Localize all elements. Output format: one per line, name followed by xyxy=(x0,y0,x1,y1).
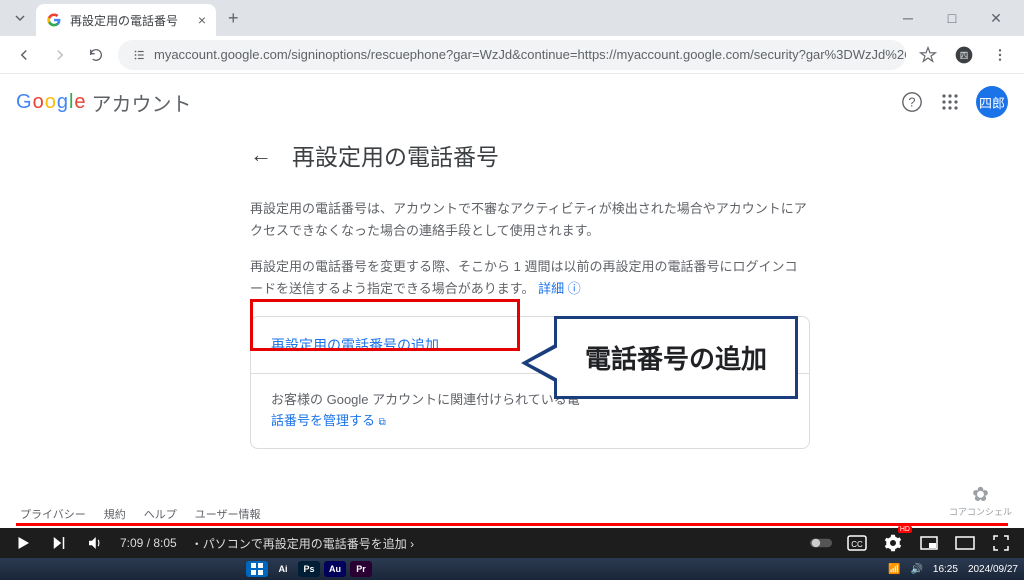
google-account-header: Google アカウント ? 四郎 xyxy=(0,74,1024,130)
url-text: myaccount.google.com/signinoptions/rescu… xyxy=(154,47,906,62)
tray-volume-icon[interactable]: 🔊 xyxy=(910,564,922,575)
help-icon[interactable]: ? xyxy=(900,90,924,114)
tab-list-dropdown[interactable] xyxy=(8,6,32,30)
video-chapter[interactable]: ・パソコンで再設定用の電話番号を追加 › xyxy=(191,535,414,552)
new-tab-button[interactable]: + xyxy=(220,4,247,33)
description-1: 再設定用の電話番号は、アカウントで不審なアクティビティが検出された場合やアカウン… xyxy=(250,198,810,242)
captions-button[interactable]: CC xyxy=(846,532,868,554)
windows-taskbar: Ai Ps Au Pr 📶 🔊 16:25 2024/09/27 xyxy=(0,558,1024,580)
account-avatar[interactable]: 四郎 xyxy=(976,86,1008,118)
page-title: 再設定用の電話番号 xyxy=(292,138,499,172)
fullscreen-button[interactable] xyxy=(990,532,1012,554)
tab-title: 再設定用の電話番号 xyxy=(70,12,178,29)
volume-button[interactable] xyxy=(84,532,106,554)
video-time: 7:09 / 8:05 xyxy=(120,536,177,550)
svg-text:CC: CC xyxy=(851,540,863,549)
miniplayer-button[interactable] xyxy=(918,532,940,554)
minimize-button[interactable]: ─ xyxy=(888,4,928,32)
svg-text:四: 四 xyxy=(960,50,968,60)
taskbar-app-au[interactable]: Au xyxy=(324,561,346,577)
url-field[interactable]: myaccount.google.com/signinoptions/rescu… xyxy=(118,40,906,70)
details-link[interactable]: 詳細 ⓘ xyxy=(538,281,581,296)
footer-privacy[interactable]: プライバシー xyxy=(20,506,86,522)
tab-bar: 再設定用の電話番号 × + ─ □ ✕ xyxy=(0,0,1024,36)
tab-close-icon[interactable]: × xyxy=(198,12,206,28)
next-button[interactable] xyxy=(48,532,70,554)
browser-chrome: 再設定用の電話番号 × + ─ □ ✕ myaccount.google.com… xyxy=(0,0,1024,74)
taskbar-app-pr[interactable]: Pr xyxy=(350,561,372,577)
annotation-callout: 電話番号の追加 xyxy=(554,316,798,399)
site-info-icon[interactable] xyxy=(132,48,146,62)
description-2: 再設定用の電話番号を変更する際、そこから 1 週間は以前の再設定用の電話番号にロ… xyxy=(250,256,810,300)
video-progress-bar[interactable] xyxy=(16,523,1008,526)
window-controls: ─ □ ✕ xyxy=(888,4,1016,32)
tray-time[interactable]: 16:25 xyxy=(933,564,958,575)
main-content: ← 再設定用の電話番号 再設定用の電話番号は、アカウントで不審なアクティビティが… xyxy=(0,130,900,449)
forward-button[interactable] xyxy=(46,41,74,69)
tray-date[interactable]: 2024/09/27 xyxy=(968,564,1018,575)
play-button[interactable] xyxy=(12,532,34,554)
menu-button[interactable] xyxy=(986,41,1014,69)
profile-chip[interactable]: 四 xyxy=(950,41,978,69)
external-link-icon: ⧉ xyxy=(379,417,386,428)
back-button[interactable] xyxy=(10,41,38,69)
svg-text:?: ? xyxy=(908,95,915,110)
tray-wifi-icon[interactable]: 📶 xyxy=(888,564,900,575)
taskbar-tray: 📶 🔊 16:25 2024/09/27 xyxy=(888,564,1018,575)
footer-help[interactable]: ヘルプ xyxy=(144,506,177,522)
footer-terms[interactable]: 規約 xyxy=(104,506,126,522)
apps-grid-icon[interactable] xyxy=(938,90,962,114)
google-logo[interactable]: Google xyxy=(16,91,86,114)
watermark-icon: ✿ xyxy=(949,483,1012,507)
taskbar-app-ps[interactable]: Ps xyxy=(298,561,320,577)
maximize-button[interactable]: □ xyxy=(932,4,972,32)
product-name: アカウント xyxy=(92,88,192,117)
manage-phone-link[interactable]: 話番号を管理する ⧉ xyxy=(271,413,386,428)
back-arrow-icon[interactable]: ← xyxy=(250,142,272,168)
info-icon: ⓘ xyxy=(568,281,581,296)
footer-links: プライバシー 規約 ヘルプ ユーザー情報 xyxy=(20,506,261,522)
watermark: ✿ コアコンシェル xyxy=(949,483,1012,518)
browser-tab[interactable]: 再設定用の電話番号 × xyxy=(36,4,216,36)
bookmark-button[interactable] xyxy=(914,41,942,69)
theater-button[interactable] xyxy=(954,532,976,554)
taskbar-windows-icon[interactable] xyxy=(246,561,268,577)
autoplay-toggle[interactable] xyxy=(810,532,832,554)
video-controls: 7:09 / 8:05 ・パソコンで再設定用の電話番号を追加 › CC xyxy=(0,528,1024,558)
reload-button[interactable] xyxy=(82,41,110,69)
address-bar: myaccount.google.com/signinoptions/rescu… xyxy=(0,36,1024,74)
close-window-button[interactable]: ✕ xyxy=(976,4,1016,32)
add-phone-link[interactable]: 再設定用の電話番号の追加 xyxy=(271,337,439,353)
google-favicon-icon xyxy=(46,12,62,28)
taskbar-app-ai[interactable]: Ai xyxy=(272,561,294,577)
footer-userinfo[interactable]: ユーザー情報 xyxy=(195,506,261,522)
settings-button[interactable] xyxy=(882,532,904,554)
